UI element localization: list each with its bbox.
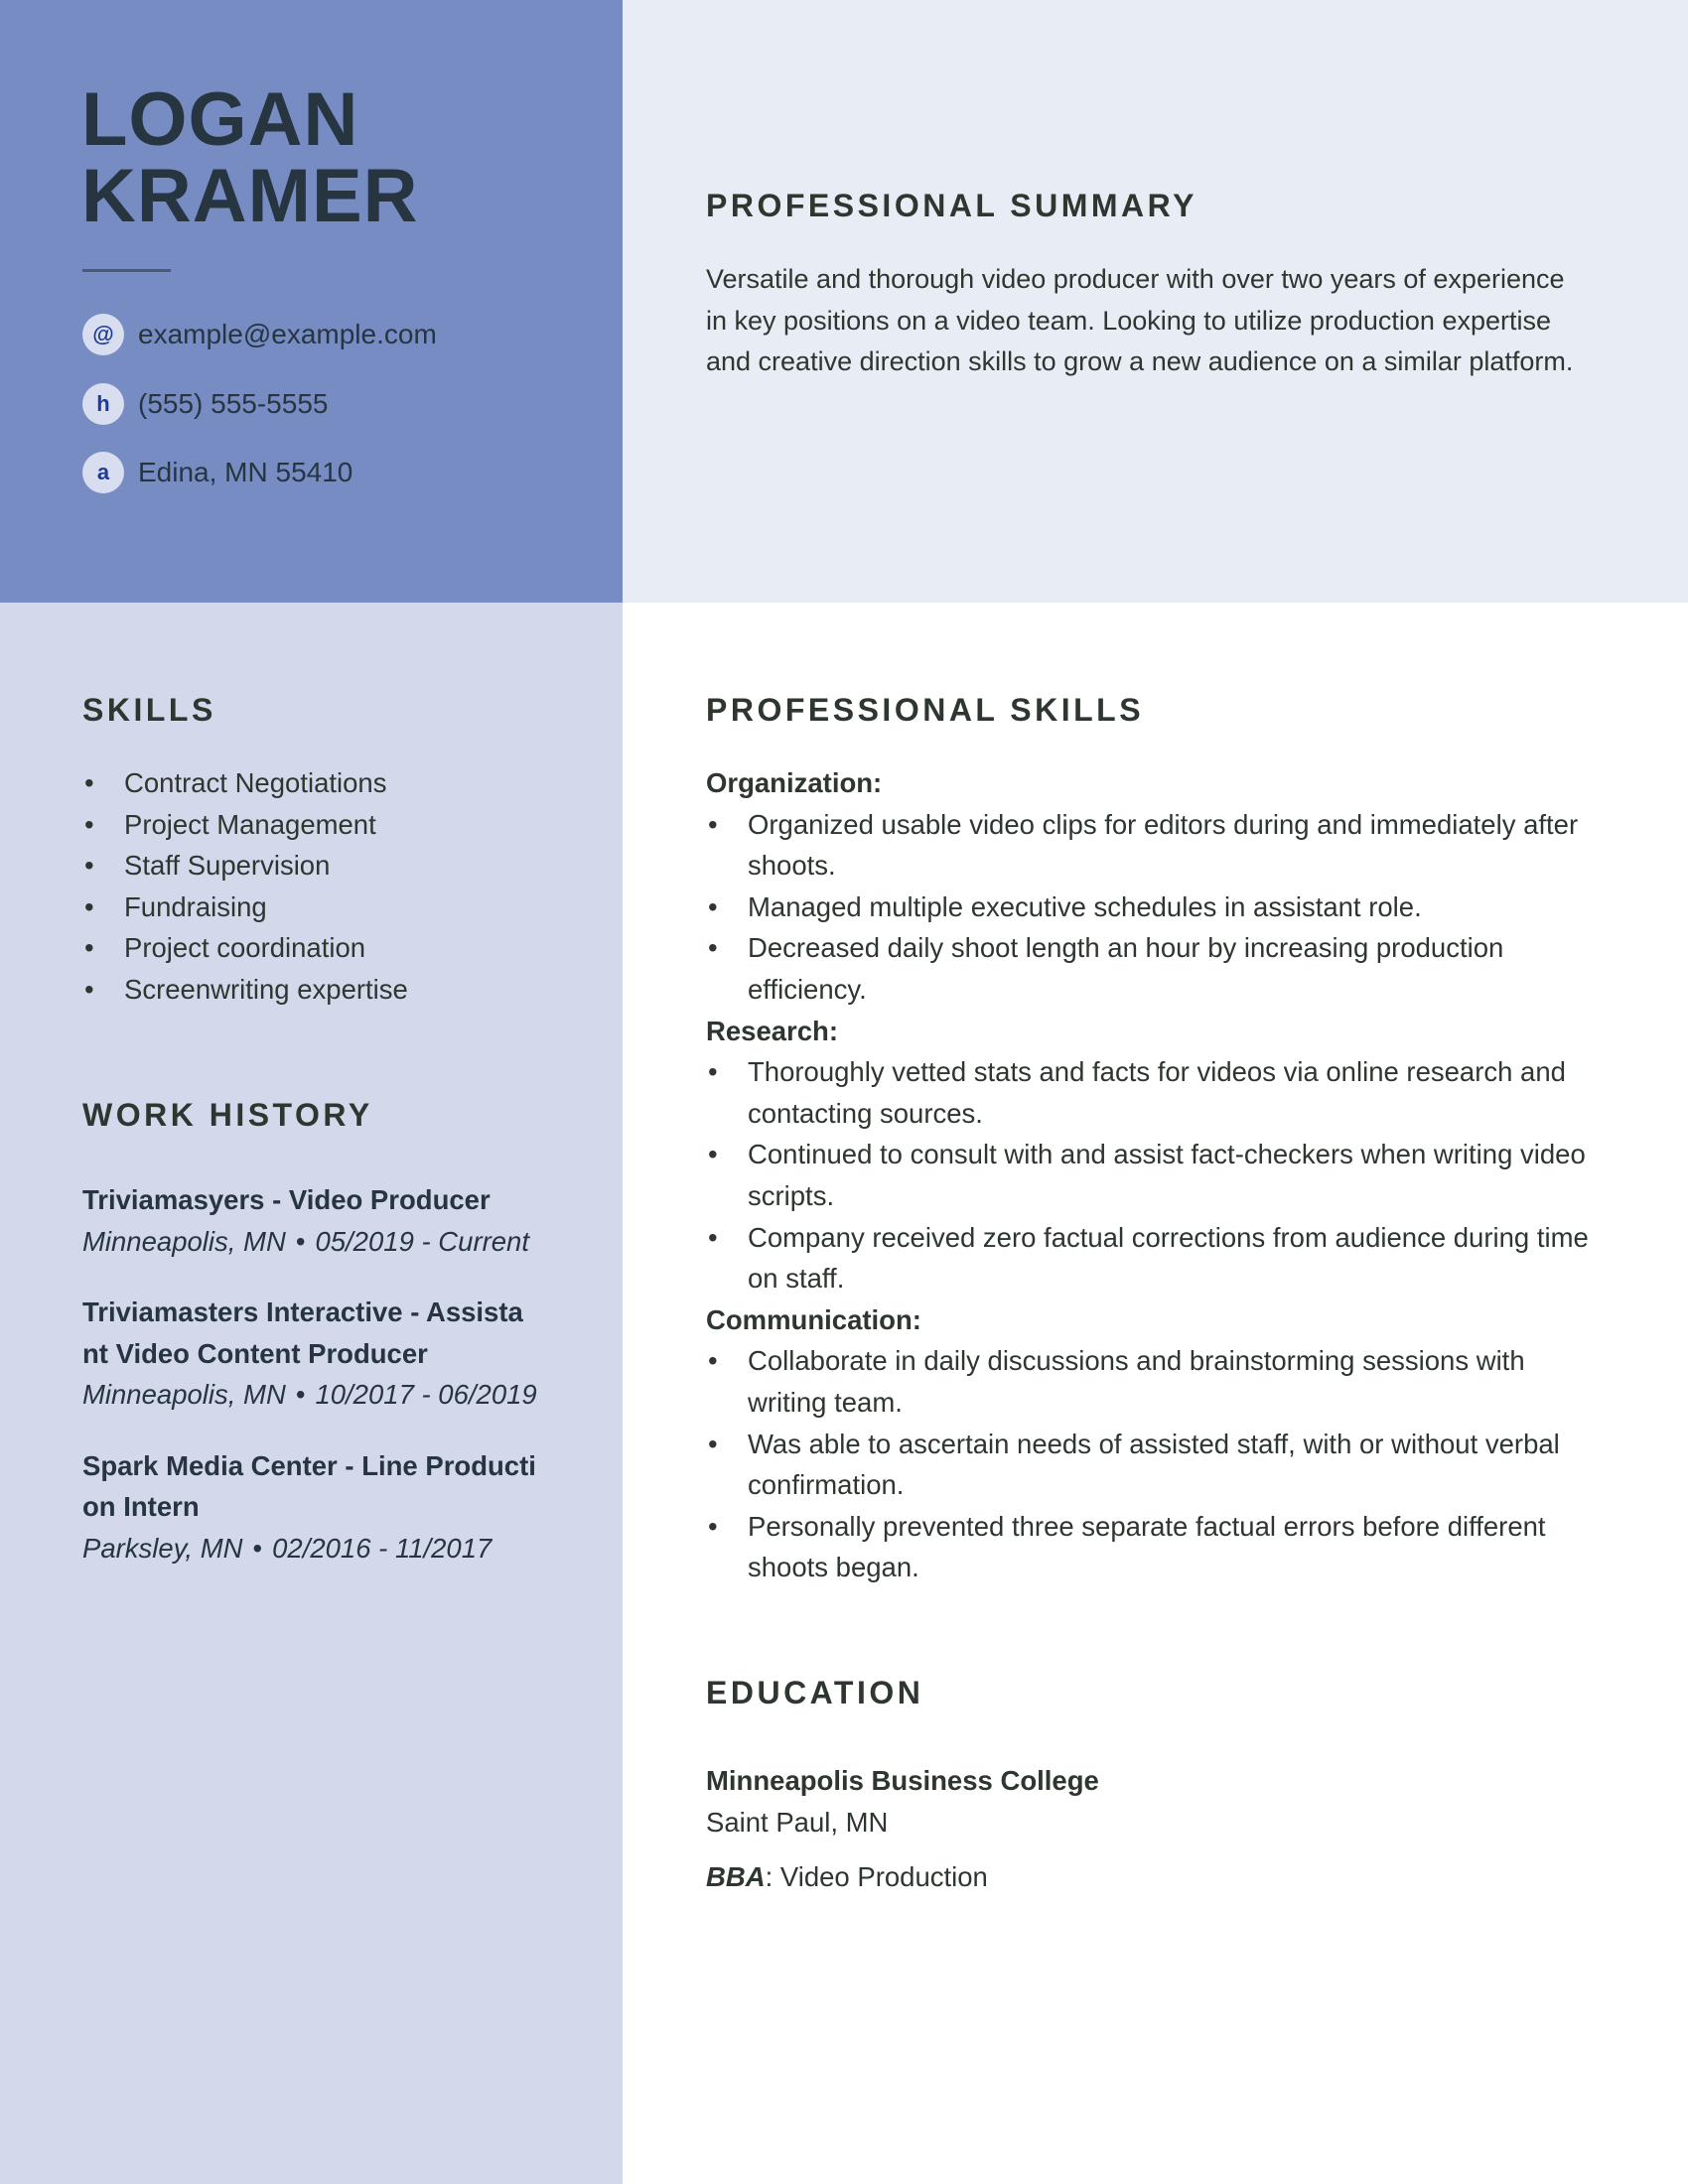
job-meta: Minneapolis, MN • 10/2017 - 06/2019: [82, 1374, 539, 1416]
job-meta: Parksley, MN • 02/2016 - 11/2017: [82, 1528, 539, 1570]
job-separator: •: [252, 1532, 263, 1564]
degree-type: BBA: [706, 1861, 766, 1892]
summary-text: Versatile and thorough video producer wi…: [706, 264, 1574, 376]
job-separator: •: [295, 1379, 306, 1410]
skill-item: Screenwriting expertise: [82, 969, 408, 1011]
job-title: Triviamasters Interactive - Assistant Vi…: [82, 1297, 523, 1369]
skill-item: Staff Supervision: [82, 845, 408, 887]
candidate-name: LOGAN KRAMER: [81, 81, 419, 234]
school-location: Saint Paul, MN: [706, 1806, 889, 1838]
skill-group-title: Organization:: [706, 767, 883, 798]
email-text[interactable]: example@example.com: [138, 319, 437, 350]
education-entry: Minneapolis Business College Saint Paul,…: [706, 1760, 1580, 1898]
address-text: Edina, MN 55410: [138, 457, 353, 487]
job-location: Minneapolis, MN: [82, 1225, 286, 1257]
skill-bullet: Decreased daily shoot length an hour by …: [706, 927, 1600, 1010]
skill-bullet: Organized usable video clips for editors…: [706, 804, 1600, 887]
skill-bullet: Managed multiple executive schedules in …: [706, 887, 1600, 928]
degree-field: Video Production: [773, 1861, 988, 1892]
skill-group-list: Collaborate in daily discussions and bra…: [706, 1340, 1600, 1588]
contact-address: a Edina, MN 55410: [82, 452, 437, 493]
contact-phone: h (555) 555-5555: [82, 382, 437, 425]
job-title: Triviamasyers - Video Producer: [82, 1184, 491, 1215]
name-divider: [82, 269, 171, 272]
skill-group-title: Communication:: [706, 1303, 921, 1335]
job-location: Minneapolis, MN: [82, 1379, 286, 1410]
contact-list: @ example@example.com h (555) 555-5555 a…: [82, 314, 437, 521]
job-dates: 02/2016 - 11/2017: [272, 1532, 492, 1564]
email-icon: @: [82, 314, 124, 355]
skill-bullet: Company received zero factual correction…: [706, 1217, 1600, 1299]
phone-text[interactable]: (555) 555-5555: [138, 388, 328, 420]
skill-item: Fundraising: [82, 887, 408, 928]
job-location: Parksley, MN: [82, 1532, 243, 1564]
last-name: KRAMER: [81, 154, 419, 238]
work-history-list: Triviamasyers - Video Producer Minneapol…: [82, 1179, 539, 1598]
skill-group-list: Thoroughly vetted stats and facts for vi…: [706, 1051, 1600, 1299]
skills-heading: SKILLS: [82, 692, 216, 728]
job-dates: 05/2019 - Current: [315, 1225, 529, 1257]
skill-bullet: Personally prevented three separate fact…: [706, 1506, 1600, 1588]
skill-bullet: Collaborate in daily discussions and bra…: [706, 1340, 1600, 1423]
degree-line: BBA: Video Production: [706, 1856, 1580, 1898]
summary-heading: PROFESSIONAL SUMMARY: [706, 188, 1197, 223]
address-icon: a: [82, 452, 124, 493]
job-title: Spark Media Center - Line Production Int…: [82, 1449, 536, 1523]
professional-skills-heading: PROFESSIONAL SKILLS: [706, 692, 1145, 728]
skill-bullet: Thoroughly vetted stats and facts for vi…: [706, 1051, 1600, 1134]
school-name: Minneapolis Business College: [706, 1765, 1099, 1796]
work-history-heading: WORK HISTORY: [82, 1097, 373, 1133]
first-name: LOGAN: [81, 77, 359, 162]
job-entry: Triviamasyers - Video Producer Minneapol…: [82, 1179, 539, 1262]
skill-item: Project coordination: [82, 927, 408, 969]
job-meta: Minneapolis, MN • 05/2019 - Current: [82, 1221, 539, 1263]
skill-bullet: Was able to ascertain needs of assisted …: [706, 1424, 1600, 1506]
skills-list: Contract Negotiations Project Management…: [82, 762, 408, 1011]
skill-group-title: Research:: [706, 1015, 838, 1046]
job-entry: Triviamasters Interactive - Assistant Vi…: [82, 1292, 539, 1416]
skill-bullet: Continued to consult with and assist fac…: [706, 1134, 1600, 1216]
skill-item: Project Management: [82, 804, 408, 846]
job-separator: •: [295, 1225, 306, 1257]
phone-icon: h: [82, 382, 124, 425]
contact-email: @ example@example.com: [82, 314, 437, 355]
skill-group-list: Organized usable video clips for editors…: [706, 804, 1600, 1011]
education-heading: EDUCATION: [706, 1675, 924, 1710]
job-dates: 10/2017 - 06/2019: [315, 1379, 537, 1410]
skill-item: Contract Negotiations: [82, 762, 408, 804]
job-entry: Spark Media Center - Line Production Int…: [82, 1445, 539, 1570]
professional-skills: Organization: Organized usable video cli…: [706, 762, 1600, 1588]
